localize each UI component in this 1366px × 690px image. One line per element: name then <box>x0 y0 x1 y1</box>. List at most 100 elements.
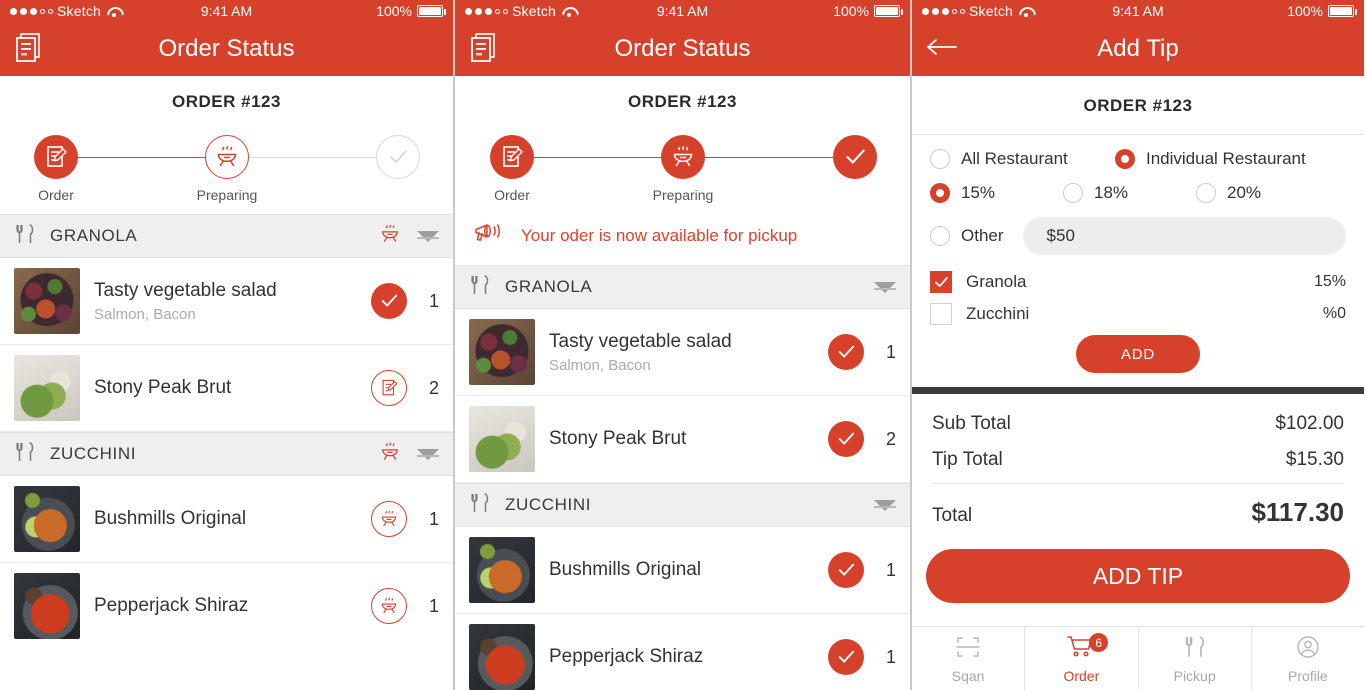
step-ready-2[interactable] <box>795 126 910 187</box>
battery-percent-label: 100% <box>376 3 412 19</box>
tab-profile[interactable]: Profile <box>1252 627 1364 690</box>
radio-label: All Restaurant <box>961 149 1068 168</box>
status-badge-check-icon[interactable] <box>828 334 864 370</box>
caret-down-icon[interactable] <box>417 448 439 460</box>
item-text: Stony Peak Brut <box>94 377 357 399</box>
note-edit-icon <box>490 135 534 179</box>
panel-add-tip: Sketch 9:41 AM 100% Add Tip ORDER #123 A… <box>912 0 1364 690</box>
list-item[interactable]: Bushmills Original 1 <box>0 476 453 563</box>
order-number-2: ORDER #123 <box>628 92 737 111</box>
grill-icon[interactable] <box>379 223 401 250</box>
page-title: Order Status <box>614 35 751 62</box>
radio-all-restaurant[interactable]: All Restaurant <box>930 149 1115 169</box>
documents-icon[interactable] <box>469 31 497 68</box>
step-ready-1[interactable] <box>338 126 453 187</box>
carrier-label: Sketch <box>969 3 1013 19</box>
radio-individual-restaurant[interactable]: Individual Restaurant <box>1115 149 1306 169</box>
restaurant-tip-row-granola[interactable]: Granola 15% <box>930 271 1346 293</box>
status-badge-check-icon[interactable] <box>828 639 864 675</box>
list-item[interactable]: Stony Peak Brut 2 <box>455 396 910 483</box>
nav-bar-3: Add Tip <box>912 22 1364 76</box>
caret-down-icon[interactable] <box>417 230 439 242</box>
cutlery-icon <box>469 273 491 302</box>
bottom-tab-bar: Sqan 6 Order Pickup Profile <box>912 626 1364 690</box>
restaurant-tip-row-zucchini[interactable]: Zucchini %0 <box>930 303 1346 325</box>
tab-label: Sqan <box>951 667 985 684</box>
list-item[interactable]: Pepperjack Shiraz 1 <box>0 563 453 649</box>
battery-icon <box>417 5 446 17</box>
caret-down-icon[interactable] <box>874 281 896 293</box>
step-label-preparing-2: Preparing <box>652 187 714 203</box>
item-thumbnail <box>469 406 535 472</box>
other-tip-input[interactable] <box>1022 217 1346 255</box>
tab-order[interactable]: 6 Order <box>1025 627 1139 690</box>
item-title: Pepperjack Shiraz <box>94 595 249 616</box>
status-badge-grill-icon[interactable] <box>371 501 407 537</box>
radio-tip-20[interactable]: 20% <box>1196 183 1329 203</box>
other-label: Other <box>961 226 1004 245</box>
restaurant-scope-radio-group: All Restaurant Individual Restaurant <box>930 149 1346 169</box>
section-header-actions <box>379 223 439 250</box>
item-quantity: 2 <box>428 377 439 398</box>
radio-circle-icon[interactable] <box>1063 183 1083 203</box>
radio-circle-icon[interactable] <box>1196 183 1216 203</box>
status-badge-note-edit-icon[interactable] <box>371 370 407 406</box>
item-quantity: 1 <box>428 508 439 529</box>
radio-tip-15[interactable]: 15% <box>930 183 1063 203</box>
order-progress-stepper-2: Order Preparing <box>455 126 910 214</box>
restaurant-name: Zucchini <box>966 304 1030 323</box>
radio-circle-icon[interactable] <box>930 226 950 246</box>
tab-scan[interactable]: Sqan <box>912 627 1026 690</box>
step-preparing-1[interactable]: Preparing <box>167 126 287 203</box>
section-header-granola-1[interactable]: GRANOLA <box>0 214 453 258</box>
list-item[interactable]: Bushmills Original 1 <box>455 527 910 614</box>
radio-circle-icon[interactable] <box>930 149 950 169</box>
list-item[interactable]: Stony Peak Brut 2 <box>0 345 453 432</box>
item-subtitle: Salmon, Bacon <box>549 356 651 374</box>
section-header-zucchini-1[interactable]: ZUCCHINI <box>0 432 453 476</box>
step-order-2[interactable]: Order <box>455 126 572 203</box>
total-row-grand: Total $117.30 <box>932 483 1344 535</box>
battery-percent-label: 100% <box>833 3 869 19</box>
tip-other-row: Other <box>930 217 1346 255</box>
status-badge-check-icon[interactable] <box>828 552 864 588</box>
caret-down-icon[interactable] <box>874 499 896 511</box>
item-text: Tasty vegetable salad Salmon, Bacon <box>549 331 814 374</box>
cutlery-icon <box>14 222 36 251</box>
item-thumbnail <box>14 268 80 334</box>
checkbox-checked-icon[interactable] <box>930 271 952 293</box>
back-arrow-icon[interactable] <box>926 36 960 63</box>
status-badge-check-icon[interactable] <box>828 421 864 457</box>
item-thumbnail <box>14 355 80 421</box>
section-header-granola-2[interactable]: GRANOLA <box>455 265 910 309</box>
radio-tip-18[interactable]: 18% <box>1063 183 1196 203</box>
signal-dots-icon <box>922 7 965 15</box>
pickup-notification-banner: Your oder is now available for pickup <box>455 214 910 265</box>
carrier-label: Sketch <box>57 3 101 19</box>
section-title: ZUCCHINI <box>50 444 137 463</box>
signal-dots-icon <box>465 7 508 15</box>
list-item[interactable]: Tasty vegetable salad Salmon, Bacon 1 <box>0 258 453 345</box>
section-header-zucchini-2[interactable]: ZUCCHINI <box>455 483 910 527</box>
radio-circle-selected-icon[interactable] <box>1115 149 1135 169</box>
tab-pickup[interactable]: Pickup <box>1139 627 1252 690</box>
cutlery-icon <box>1183 634 1207 665</box>
radio-circle-selected-icon[interactable] <box>930 183 950 203</box>
status-badge-check-icon[interactable] <box>371 283 407 319</box>
step-preparing-2[interactable]: Preparing <box>623 126 743 203</box>
status-bar-left: Sketch <box>922 3 1033 19</box>
list-item[interactable]: Tasty vegetable salad Salmon, Bacon 1 <box>455 309 910 396</box>
add-tip-button[interactable]: ADD TIP <box>926 549 1350 603</box>
add-button[interactable]: ADD <box>1076 335 1200 373</box>
item-text: Pepperjack Shiraz <box>549 646 814 668</box>
step-order-1[interactable]: Order <box>0 126 116 203</box>
checkbox-icon[interactable] <box>930 303 952 325</box>
list-item[interactable]: Pepperjack Shiraz 1 <box>455 614 910 690</box>
tab-label: Order <box>1063 667 1100 684</box>
status-bar-2: Sketch 9:41 AM 100% <box>455 0 910 22</box>
status-badge-grill-icon[interactable] <box>371 588 407 624</box>
panel-order-status-ready: Sketch 9:41 AM 100% Order Status ORDER #… <box>455 0 912 690</box>
grill-icon[interactable] <box>379 441 401 468</box>
documents-icon[interactable] <box>14 31 42 68</box>
grand-total-value: $117.30 <box>1251 497 1344 527</box>
